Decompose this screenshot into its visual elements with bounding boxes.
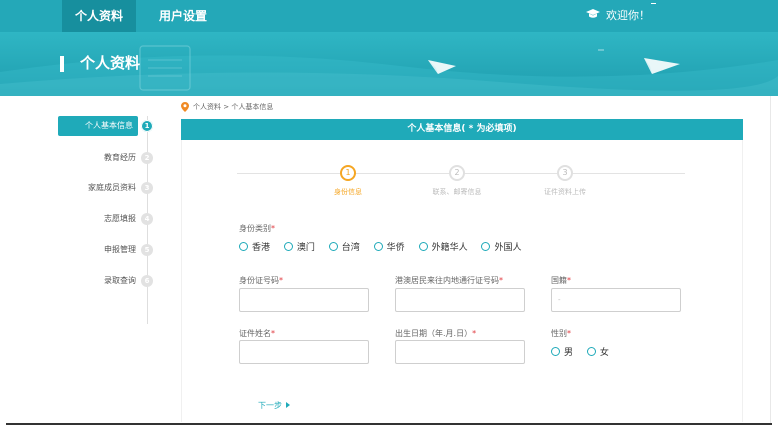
radio-circle-icon bbox=[551, 347, 560, 356]
radio-circle-icon bbox=[586, 347, 596, 356]
step-label-1: 身份信息 bbox=[334, 188, 362, 196]
permit-number-input[interactable] bbox=[395, 288, 525, 312]
welcome-message: 欢迎你！ bbox=[586, 0, 650, 32]
page-title: 个人资料 bbox=[80, 54, 141, 72]
sidebar-item-submission[interactable]: 申报管理 5 bbox=[58, 240, 158, 260]
radio-circle-icon bbox=[328, 242, 338, 251]
radio-circle-icon bbox=[481, 242, 491, 251]
required-mark: * bbox=[271, 329, 275, 338]
required-mark: * bbox=[271, 224, 275, 233]
birthdate-label: 出生日期（年.月.日）* bbox=[395, 329, 477, 338]
radio-circle-icon bbox=[239, 242, 248, 251]
gender-radio-group: 男 女 bbox=[551, 346, 620, 360]
nav-tab-user-settings[interactable]: 用户设置 bbox=[150, 0, 216, 32]
banner-title-marker bbox=[60, 56, 64, 72]
breadcrumb: 个人资料 > 个人基本信息 bbox=[181, 101, 273, 113]
id-number-label: 身份证号码* bbox=[239, 276, 283, 285]
sidebar-step-number: 1 bbox=[141, 120, 153, 132]
radio-foreign-chinese[interactable]: 外籍华人 bbox=[418, 241, 468, 255]
step-label-3: 证件资料上传 bbox=[544, 188, 586, 196]
radio-taiwan[interactable]: 台湾 bbox=[328, 241, 360, 255]
step-indicator-3: 3 bbox=[557, 165, 573, 181]
sidebar-item-application[interactable]: 志愿填报 4 bbox=[58, 209, 158, 229]
bottom-border bbox=[6, 423, 772, 425]
nationality-select[interactable] bbox=[551, 288, 681, 312]
birthdate-input[interactable] bbox=[395, 340, 525, 364]
sidebar-step-number: 2 bbox=[141, 152, 153, 164]
required-mark: * bbox=[499, 276, 503, 285]
sidebar-item-label: 志愿填报 bbox=[104, 214, 136, 223]
radio-circle-icon bbox=[373, 242, 383, 251]
sidebar-step-number: 5 bbox=[141, 244, 153, 256]
identity-type-radio-group: 香港 澳门 台湾 华侨 外籍华人 外国人 bbox=[239, 241, 532, 255]
card-title: 个人基本信息( * 为必填项) bbox=[181, 119, 743, 140]
radio-circle-icon bbox=[418, 242, 428, 251]
sidebar-item-label: 录取查询 bbox=[104, 276, 136, 285]
identity-type-label: 身份类别* bbox=[239, 224, 275, 233]
welcome-text: 欢迎你！ bbox=[606, 9, 650, 22]
step-indicator-2: 2 bbox=[449, 165, 465, 181]
page-banner: 个人资料 bbox=[0, 32, 778, 96]
radio-macau[interactable]: 澳门 bbox=[283, 241, 315, 255]
sidebar-item-label: 申报管理 bbox=[104, 245, 136, 254]
sidebar-item-basic-info[interactable]: 个人基本信息 1 bbox=[58, 116, 158, 136]
gender-label: 性别* bbox=[551, 329, 571, 338]
sidebar-item-label: 家庭成员资料 bbox=[88, 183, 136, 192]
required-mark: * bbox=[472, 329, 477, 338]
radio-hongkong[interactable]: 香港 bbox=[239, 241, 270, 255]
radio-foreigner[interactable]: 外国人 bbox=[481, 241, 521, 255]
breadcrumb-text: 个人资料 > 个人基本信息 bbox=[193, 103, 274, 111]
location-pin-icon bbox=[181, 102, 189, 112]
top-nav-bar: 个人资料 用户设置 欢迎你！ bbox=[0, 0, 778, 32]
nationality-label: 国籍* bbox=[551, 276, 571, 285]
sidebar-item-education[interactable]: 教育经历 2 bbox=[58, 148, 158, 168]
radio-circle-icon bbox=[283, 242, 293, 251]
required-mark: * bbox=[279, 276, 283, 285]
cert-name-label: 证件姓名* bbox=[239, 329, 275, 338]
sidebar-step-number: 6 bbox=[141, 275, 153, 287]
content-right-border bbox=[770, 96, 771, 424]
arrow-right-icon bbox=[286, 401, 290, 408]
sidebar-item-family[interactable]: 家庭成员资料 3 bbox=[58, 178, 158, 198]
id-number-input[interactable] bbox=[239, 288, 369, 312]
nav-tab-profile[interactable]: 个人资料 bbox=[62, 0, 136, 32]
sidebar-item-label: 个人基本信息 bbox=[85, 121, 133, 130]
sidebar-step-number: 4 bbox=[141, 213, 153, 225]
graduation-cap-icon bbox=[586, 0, 602, 32]
sidebar-item-admission[interactable]: 录取查询 6 bbox=[58, 271, 158, 291]
next-step-button[interactable]: 下一步 bbox=[258, 400, 290, 412]
radio-male[interactable]: 男 bbox=[551, 346, 573, 360]
radio-female[interactable]: 女 bbox=[586, 346, 609, 360]
sidebar-step-number: 3 bbox=[141, 182, 153, 194]
step-indicator-1: 1 bbox=[340, 165, 356, 181]
decorative-dash bbox=[651, 3, 656, 4]
permit-number-label: 港澳居民来往内地通行证号码* bbox=[395, 276, 503, 285]
sidebar-item-label: 教育经历 bbox=[104, 153, 136, 162]
required-mark: * bbox=[567, 329, 571, 338]
radio-overseas-chinese[interactable]: 华侨 bbox=[373, 241, 405, 255]
required-mark: * bbox=[567, 276, 571, 285]
step-label-2: 联系、邮寄信息 bbox=[432, 188, 482, 196]
cert-name-input[interactable] bbox=[239, 340, 369, 364]
